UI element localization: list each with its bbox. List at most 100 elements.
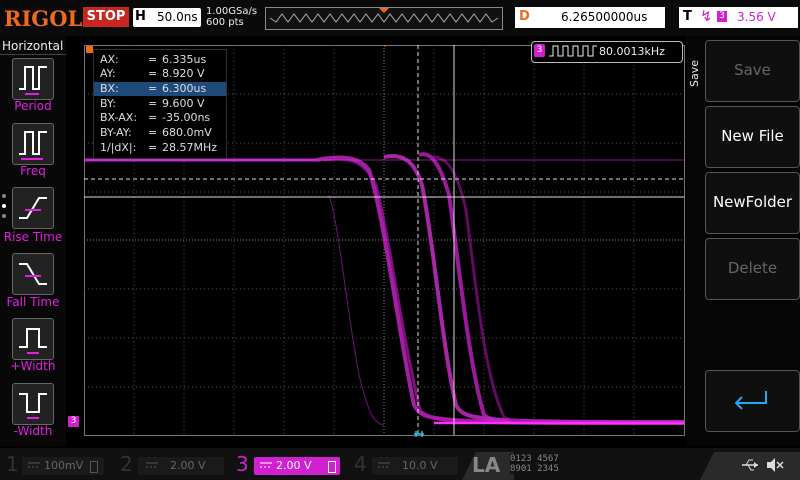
la-row: 0123 4567 <box>510 454 559 464</box>
cursor-row: BY: = 9.600 V <box>94 97 226 111</box>
back-button[interactable] <box>705 370 800 432</box>
run-stop-status[interactable]: STOP <box>83 7 129 27</box>
cursor-value: 28.57MHz <box>162 141 218 154</box>
brand-logo: RIGOL <box>4 6 83 31</box>
square-wave-icon <box>549 45 597 57</box>
cursor-value: 8.920 V <box>162 67 205 80</box>
cursor-key: AX: <box>100 53 119 66</box>
new-file-button[interactable]: New File <box>705 106 800 168</box>
sample-rate: 1.00GSa/s <box>206 6 258 17</box>
neg-width-label: -Width <box>13 424 53 438</box>
cursor-key: BX: <box>100 82 119 95</box>
acquisition-info: 1.00GSa/s 600 pts <box>206 6 257 28</box>
dc-coupling-icon <box>146 462 158 468</box>
delete-button[interactable]: Delete <box>705 238 800 300</box>
cursor-value: 680.0mV <box>162 126 212 139</box>
bandwidth-icon <box>90 461 98 473</box>
counter-channel: 3 <box>534 44 545 57</box>
cursor-value: 6.300us <box>162 82 207 95</box>
speaker-muted-icon <box>767 458 784 472</box>
equals-sign: = <box>148 111 158 124</box>
cursor-key: 1/|dX|: <box>100 141 137 154</box>
menu-title: Save <box>688 60 701 88</box>
channel2-scale: 2.00 V <box>170 459 206 472</box>
period-icon <box>19 66 47 95</box>
memory-depth: 600 pts <box>206 17 244 28</box>
equals-sign: = <box>148 97 158 110</box>
usb-icon <box>742 459 758 471</box>
new-folder-label: NewFolder <box>712 193 793 211</box>
fall-time-label: Fall Time <box>6 295 60 309</box>
freq-label: Freq <box>20 164 46 178</box>
page-dot <box>2 204 6 208</box>
cursor-readout-panel: AX: = 6.335us AY: = 8.920 V BX: = 6.300us BY: =… <box>93 49 227 159</box>
dc-coupling-icon <box>28 462 40 468</box>
timebase-label: H <box>135 9 146 24</box>
channel4-scale: 10.0 V <box>402 459 438 472</box>
equals-sign: = <box>148 126 158 139</box>
equals-sign: = <box>148 141 158 154</box>
memory-waveform-icon <box>269 8 499 23</box>
cursor-value: 6.335us <box>162 53 207 66</box>
cursor-key: BY: <box>100 97 116 110</box>
measure-panel-title: Horizontal <box>2 39 64 53</box>
channel4-number[interactable]: 4 <box>354 452 367 476</box>
fall-time-icon <box>19 263 47 285</box>
channel1-number[interactable]: 1 <box>6 452 19 476</box>
rise-time-icon <box>19 197 47 219</box>
save-button-label: Save <box>734 61 771 79</box>
rise-time-button[interactable] <box>12 187 54 229</box>
cursor-key: BX-AX: <box>100 111 138 124</box>
memory-navigator[interactable] <box>265 7 503 30</box>
la-row: 8901 2345 <box>510 464 559 474</box>
cursor-row: BY-AY: = 680.0mV <box>94 126 226 140</box>
dc-coupling-icon <box>260 462 272 468</box>
delay-label: D <box>519 9 530 24</box>
trigger-source: 3 <box>717 11 727 22</box>
channel3-number[interactable]: 3 <box>236 452 249 476</box>
cursor-value: -35.00ns <box>162 111 211 124</box>
trigger-slope-icon: ↯ <box>700 7 713 25</box>
new-file-label: New File <box>721 127 784 145</box>
pos-width-icon <box>19 328 47 354</box>
fall-time-button[interactable] <box>12 253 54 295</box>
trigger-level: 3.56 V <box>737 10 776 24</box>
save-button[interactable]: Save <box>705 40 800 102</box>
return-arrow-icon <box>734 391 767 410</box>
pos-width-button[interactable] <box>12 318 54 360</box>
freq-button[interactable] <box>12 123 54 165</box>
pos-width-label: +Width <box>10 359 56 373</box>
timebase-value: 50.0ns <box>157 10 198 24</box>
neg-width-button[interactable] <box>12 383 54 425</box>
dc-coupling-icon <box>378 462 390 468</box>
cursor-row-selected[interactable]: BX: = 6.300us <box>94 82 226 96</box>
cursor-row: BX-AX: = -35.00ns <box>94 111 226 125</box>
timebase-marker <box>86 46 93 53</box>
period-button[interactable] <box>12 58 54 100</box>
equals-sign: = <box>148 53 158 66</box>
cursor-row: AY: = 8.920 V <box>94 67 226 81</box>
rise-time-label: Rise Time <box>3 230 63 244</box>
equals-sign: = <box>148 82 158 95</box>
channel3-scale: 2.00 V <box>276 459 312 472</box>
delay-value: 6.26500000us <box>561 10 648 24</box>
trigger-label: T <box>683 9 692 24</box>
page-dot <box>2 194 6 198</box>
cursor-row: 1/|dX|: = 28.57MHz <box>94 141 226 155</box>
cursor-key: AY: <box>100 67 116 80</box>
freq-icon <box>19 131 47 160</box>
equals-sign: = <box>148 67 158 80</box>
cursor-row: AX: = 6.335us <box>94 53 226 67</box>
la-label: LA <box>472 453 501 477</box>
neg-width-icon <box>19 393 47 419</box>
page-dot <box>2 214 6 218</box>
channel3-ground-marker[interactable]: 3 <box>68 416 79 427</box>
divider <box>0 54 66 55</box>
channel2-number[interactable]: 2 <box>120 452 133 476</box>
la-channels: 0123 4567 8901 2345 <box>510 454 559 474</box>
delete-label: Delete <box>727 259 778 277</box>
channel1-scale: 100mV <box>44 459 84 472</box>
counter-value: 80.0013kHz <box>599 45 665 58</box>
new-folder-button[interactable]: NewFolder <box>705 172 800 234</box>
bandwidth-icon <box>328 461 336 473</box>
